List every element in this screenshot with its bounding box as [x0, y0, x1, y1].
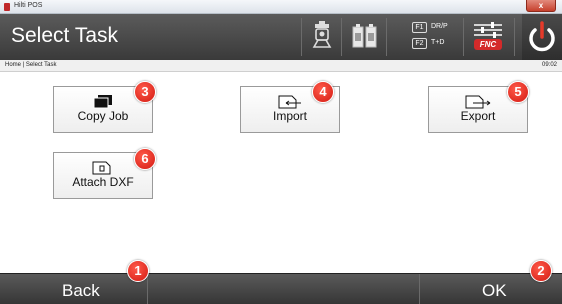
f1-key-icon[interactable]: F1 — [412, 22, 427, 33]
divider — [419, 274, 420, 304]
task-area: Copy Job Import Export Attach DXF 3 4 5 … — [0, 72, 562, 273]
task-label: Copy Job — [77, 109, 129, 123]
breadcrumb[interactable]: Home | Select Task — [5, 62, 56, 68]
callout-badge: 4 — [312, 81, 334, 103]
battery-icon — [352, 23, 378, 51]
callout-badge: 2 — [530, 260, 552, 282]
attach-dxf-icon — [92, 161, 111, 175]
breadcrumb-bar: Home | Select Task 09:02 — [0, 60, 562, 72]
back-label: Back — [62, 281, 100, 300]
task-label: Export — [460, 109, 496, 123]
close-button[interactable]: x — [526, 0, 556, 12]
divider — [463, 18, 464, 56]
clock: 09:02 — [541, 62, 557, 68]
app-icon — [4, 3, 10, 11]
divider — [341, 18, 342, 56]
task-label: Import — [272, 109, 307, 123]
import-icon — [278, 95, 301, 109]
callout-badge: 1 — [127, 260, 149, 282]
header-bar: Select Task F1 DR/P F2 T+D — [0, 14, 562, 60]
page-title: Select Task — [11, 24, 118, 47]
window-title: Hilti POS — [14, 2, 43, 9]
export-icon — [465, 95, 491, 109]
fnc-button[interactable]: FNC — [474, 39, 502, 50]
footer-bar: Back OK — [0, 273, 562, 304]
instrument-icon[interactable] — [312, 20, 332, 48]
f2-key-icon[interactable]: F2 — [412, 38, 427, 49]
window-titlebar: Hilti POS x — [0, 0, 562, 14]
back-button[interactable]: Back — [0, 274, 147, 304]
callout-badge: 5 — [507, 81, 529, 103]
task-label: Attach DXF — [72, 175, 134, 189]
divider — [514, 18, 515, 56]
divider — [301, 18, 302, 56]
f1-label: DR/P — [431, 23, 448, 30]
f2-label: T+D — [431, 39, 445, 46]
callout-badge: 3 — [134, 81, 156, 103]
divider — [386, 18, 387, 56]
copy-job-icon — [93, 95, 112, 109]
divider — [147, 274, 148, 304]
callout-badge: 6 — [134, 148, 156, 170]
power-button[interactable] — [522, 14, 562, 60]
power-icon — [529, 21, 555, 52]
ok-label: OK — [482, 281, 507, 300]
